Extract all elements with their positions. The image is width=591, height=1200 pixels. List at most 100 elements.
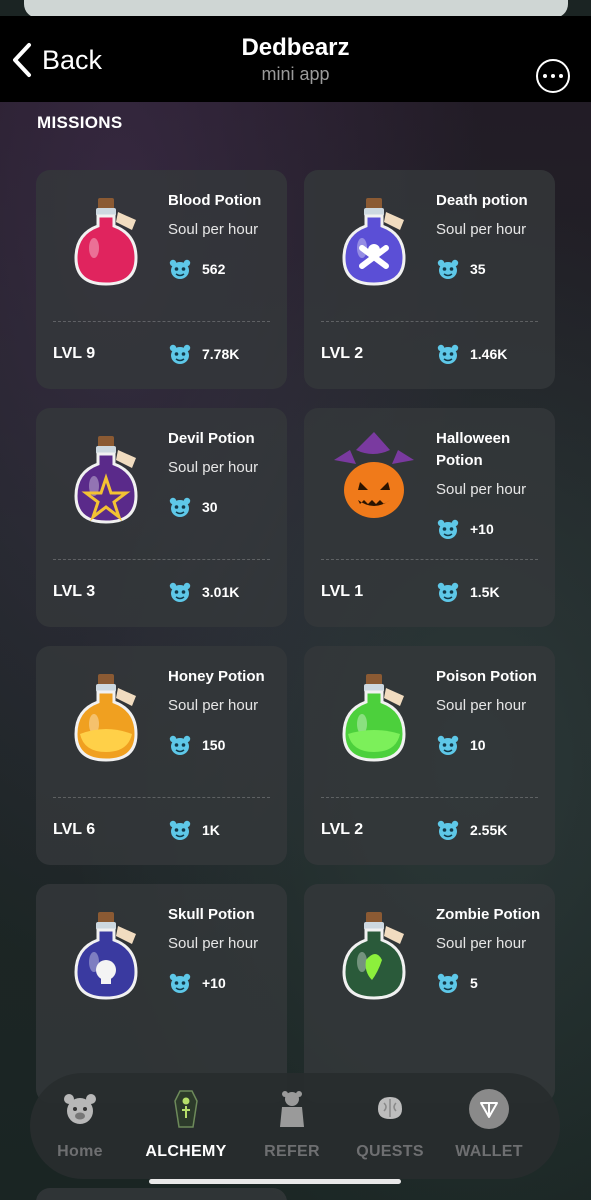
cost-value: 1.46K (470, 346, 508, 362)
soul-coin-icon (169, 497, 191, 517)
potion-card[interactable]: Death potion Soul per hour 35 LVL 2 1.46… (304, 170, 555, 389)
cost-value: 1.5K (470, 584, 500, 600)
potion-info: Zombie Potion Soul per hour 5 (436, 904, 548, 995)
soul-coin-icon (437, 973, 459, 993)
brain-icon (378, 1097, 402, 1119)
potion-card[interactable]: Blood Potion Soul per hour 562 LVL 9 7.7… (36, 170, 287, 389)
rate-label: Soul per hour (436, 221, 527, 238)
level-label: LVL 2 (321, 821, 364, 838)
content-area[interactable]: MISSIONS Blood Potion Soul per hour 562 … (0, 102, 591, 1200)
rate-row: 5 (436, 971, 548, 995)
level-label: LVL 1 (321, 583, 364, 600)
skull-potion-icon (74, 912, 138, 1000)
potion-info: Devil Potion Soul per hour 30 (168, 428, 280, 519)
potion-card[interactable]: Skull Potion Soul per hour +10 (36, 884, 287, 1103)
devil-potion-icon (74, 436, 138, 524)
rate-row: +10 (436, 517, 548, 541)
rate-label: Soul per hour (168, 935, 259, 952)
rate-value: +10 (470, 521, 494, 537)
more-options-button[interactable] (536, 59, 570, 93)
soul-coin-icon (169, 735, 191, 755)
upgrade-cost: 3.01K (168, 580, 239, 604)
soul-coin-icon (169, 259, 191, 279)
app-title: Dedbearz (241, 34, 350, 61)
potion-name: Halloween Potion (436, 430, 511, 469)
rate-label: Soul per hour (168, 697, 259, 714)
soul-coin-icon (169, 973, 191, 993)
ton-icon (469, 1089, 509, 1129)
rate-label: Soul per hour (168, 221, 259, 238)
tab-alchemy[interactable]: ALCHEMY (136, 1089, 236, 1161)
cost-value: 3.01K (202, 584, 240, 600)
potion-card[interactable]: Halloween Potion Soul per hour +10 LVL 1… (304, 408, 555, 627)
tab-label: REFER (264, 1143, 320, 1160)
potion-name: Blood Potion (168, 192, 262, 209)
rate-value: 150 (202, 737, 226, 753)
honey-potion-icon (74, 674, 138, 762)
section-title: MISSIONS (37, 113, 123, 132)
rate-row: 10 (436, 733, 548, 757)
level-label: LVL 6 (53, 821, 96, 838)
potion-info: Death potion Soul per hour 35 (436, 190, 548, 281)
upgrade-cost: 1.46K (436, 342, 507, 366)
potion-name: Skull Potion (168, 906, 255, 923)
rate-row: 562 (168, 257, 280, 281)
potion-card[interactable]: Devil Potion Soul per hour 30 LVL 3 3.01… (36, 408, 287, 627)
rate-row: 150 (168, 733, 280, 757)
level-label: LVL 2 (321, 345, 364, 362)
rate-row: 35 (436, 257, 548, 281)
coffin-icon (174, 1090, 198, 1128)
tab-wallet[interactable]: WALLET (439, 1089, 539, 1161)
poison-potion-icon (342, 674, 406, 762)
upgrade-cost: 7.78K (168, 342, 239, 366)
potion-name: Zombie Potion (436, 906, 541, 923)
cost-value: 1K (202, 822, 220, 838)
level-label: LVL 3 (53, 583, 96, 600)
potion-info: Skull Potion Soul per hour +10 (168, 904, 280, 995)
zombie-potion-icon (342, 912, 406, 1000)
card-divider (321, 797, 538, 798)
bear-head-icon (64, 1094, 96, 1124)
tab-label: ALCHEMY (145, 1143, 227, 1160)
rate-label: Soul per hour (436, 935, 527, 952)
top-bar: Back Dedbearz mini app (0, 16, 591, 102)
rate-value: 5 (470, 975, 478, 991)
dot (543, 74, 547, 78)
home-indicator (149, 1179, 401, 1184)
card-divider (53, 797, 270, 798)
card-peek (36, 1188, 287, 1200)
rate-value: 35 (470, 261, 486, 277)
tab-bar: Home ALCHEMY REFER QUESTS WALLET (30, 1073, 560, 1179)
potion-name: Poison Potion (436, 668, 537, 685)
potion-card[interactable]: Zombie Potion Soul per hour 5 (304, 884, 555, 1103)
tab-home[interactable]: Home (30, 1089, 130, 1161)
tab-quests[interactable]: QUESTS (340, 1089, 440, 1161)
soul-coin-icon (169, 582, 191, 602)
rate-row: +10 (168, 971, 280, 995)
potion-info: Poison Potion Soul per hour 10 (436, 666, 548, 757)
soul-coin-icon (437, 344, 459, 364)
soul-coin-icon (437, 735, 459, 755)
potion-name: Devil Potion (168, 430, 255, 447)
blood-potion-icon (74, 198, 138, 286)
app-subtitle: mini app (261, 64, 330, 84)
dot (551, 74, 555, 78)
upgrade-cost: 2.55K (436, 818, 507, 842)
potion-card[interactable]: Poison Potion Soul per hour 10 LVL 2 2.5… (304, 646, 555, 865)
tab-refer[interactable]: REFER (242, 1089, 342, 1161)
halloween-potion-icon (334, 432, 414, 518)
title-block: Dedbearz mini app (0, 34, 591, 85)
tab-label: Home (57, 1143, 103, 1160)
rate-label: Soul per hour (168, 459, 259, 476)
upgrade-cost: 1.5K (436, 580, 500, 604)
upgrade-cost: 1K (168, 818, 220, 842)
death-potion-icon (342, 198, 406, 286)
soul-coin-icon (437, 259, 459, 279)
potion-card[interactable]: Honey Potion Soul per hour 150 LVL 6 1K (36, 646, 287, 865)
potion-info: Halloween Potion Soul per hour +10 (436, 428, 548, 541)
card-divider (53, 559, 270, 560)
card-divider (53, 321, 270, 322)
potion-info: Honey Potion Soul per hour 150 (168, 666, 280, 757)
soul-coin-icon (169, 344, 191, 364)
rate-value: 10 (470, 737, 486, 753)
